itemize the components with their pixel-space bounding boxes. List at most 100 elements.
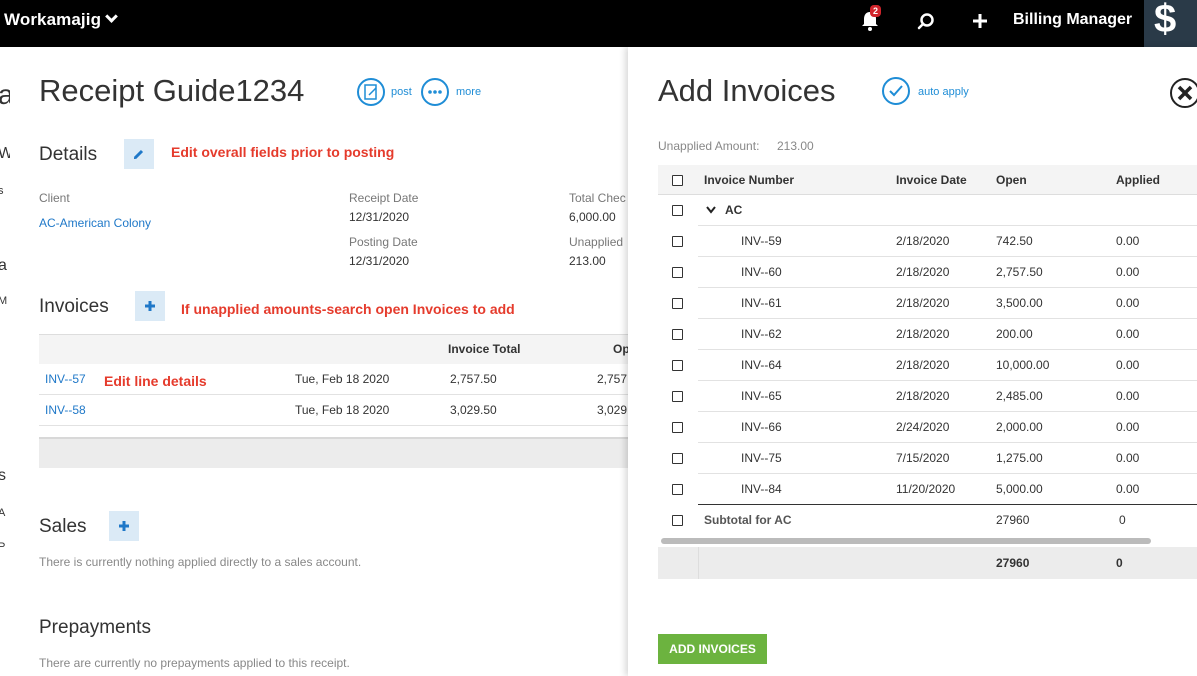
close-button[interactable] xyxy=(1170,78,1197,108)
invoice-applied[interactable]: 0.00 xyxy=(1116,265,1139,279)
add-invoices-button[interactable]: ADD INVOICES xyxy=(658,634,767,664)
column-header-invoice-date[interactable]: Invoice Date xyxy=(896,173,967,187)
table-row[interactable]: INV--57 Edit line details Tue, Feb 18 20… xyxy=(39,364,628,395)
bg-fragment: a xyxy=(0,257,7,274)
column-header-invoice-number[interactable]: Invoice Number xyxy=(704,173,794,187)
table-row[interactable]: INV--60 2/18/2020 2,757.50 0.00 xyxy=(658,257,1197,288)
invoice-number: INV--62 xyxy=(741,327,782,341)
column-header-invoice-total[interactable]: Invoice Total xyxy=(448,342,520,356)
client-link[interactable]: AC-American Colony xyxy=(39,216,151,230)
horizontal-scrollbar[interactable] xyxy=(658,536,1197,546)
app-switcher[interactable]: Workamajig xyxy=(4,10,118,30)
invoice-applied[interactable]: 0.00 xyxy=(1116,389,1139,403)
invoice-applied[interactable]: 0.00 xyxy=(1116,327,1139,341)
invoice-applied[interactable]: 0.00 xyxy=(1116,482,1139,496)
invoice-applied[interactable]: 0.00 xyxy=(1116,451,1139,465)
bg-fragment: s xyxy=(0,467,6,484)
post-button[interactable] xyxy=(357,78,385,106)
invoice-link[interactable]: INV--57 xyxy=(45,372,86,386)
invoice-number: INV--65 xyxy=(741,389,782,403)
select-all-checkbox[interactable] xyxy=(672,175,683,186)
invoice-number: INV--61 xyxy=(741,296,782,310)
group-row[interactable]: AC xyxy=(658,195,1197,226)
row-checkbox[interactable] xyxy=(672,267,683,278)
row-checkbox[interactable] xyxy=(672,205,683,216)
add-sales-button[interactable] xyxy=(109,511,139,541)
app-name: Workamajig xyxy=(4,10,102,29)
column-header-open[interactable]: Op xyxy=(613,342,628,356)
invoice-open: 1,275.00 xyxy=(996,451,1043,465)
row-checkbox[interactable] xyxy=(672,360,683,371)
row-checkbox[interactable] xyxy=(672,453,683,464)
invoice-date: 2/24/2020 xyxy=(896,420,950,434)
invoice-table-header: Invoice Total Op xyxy=(39,334,628,364)
plus-icon xyxy=(145,301,155,311)
row-checkbox[interactable] xyxy=(672,422,683,433)
table-row[interactable]: INV--64 2/18/2020 10,000.00 0.00 xyxy=(658,350,1197,381)
table-row[interactable]: INV--66 2/24/2020 2,000.00 0.00 xyxy=(658,412,1197,443)
table-row[interactable]: INV--62 2/18/2020 200.00 0.00 xyxy=(658,319,1197,350)
row-checkbox[interactable] xyxy=(672,298,683,309)
invoice-open: 2,485.00 xyxy=(996,389,1043,403)
invoice-date: 7/15/2020 xyxy=(896,451,950,465)
row-checkbox[interactable] xyxy=(672,391,683,402)
bg-fragment: W xyxy=(0,145,10,162)
table-row[interactable]: INV--58 Tue, Feb 18 2020 3,029.50 3,029 xyxy=(39,395,628,426)
invoice-open: 10,000.00 xyxy=(996,358,1050,372)
invoices-heading: Invoices xyxy=(39,296,109,317)
auto-apply-label[interactable]: auto apply xyxy=(918,86,969,98)
invoice-date: 2/18/2020 xyxy=(896,358,950,372)
row-checkbox[interactable] xyxy=(672,236,683,247)
chevron-down-icon[interactable] xyxy=(706,206,716,214)
prepayments-heading: Prepayments xyxy=(39,617,151,638)
table-row[interactable]: INV--84 11/20/2020 5,000.00 0.00 xyxy=(658,474,1197,505)
more-label[interactable]: more xyxy=(456,86,481,98)
row-checkbox[interactable] xyxy=(672,484,683,495)
auto-apply-button[interactable] xyxy=(882,77,910,105)
table-row[interactable]: INV--61 2/18/2020 3,500.00 0.00 xyxy=(658,288,1197,319)
invoice-number: INV--84 xyxy=(741,482,782,496)
post-label[interactable]: post xyxy=(391,86,412,98)
invoice-applied[interactable]: 0.00 xyxy=(1116,358,1139,372)
row-checkbox[interactable] xyxy=(672,515,683,526)
invoice-grid-header: Invoice Number Invoice Date Open Applied xyxy=(658,165,1197,195)
search-icon[interactable] xyxy=(916,11,936,31)
invoice-applied[interactable]: 0.00 xyxy=(1116,420,1139,434)
unapplied-amount-label: Unapplied Amount: xyxy=(658,139,760,153)
column-header-applied[interactable]: Applied xyxy=(1116,173,1160,187)
add-invoice-button[interactable] xyxy=(135,291,165,321)
invoice-number: INV--60 xyxy=(741,265,782,279)
invoice-applied[interactable]: 0.00 xyxy=(1116,296,1139,310)
panel-title: Add Invoices xyxy=(658,73,836,108)
invoice-link[interactable]: INV--58 xyxy=(45,403,86,417)
invoice-date: Tue, Feb 18 2020 xyxy=(295,403,390,417)
invoice-number: INV--64 xyxy=(741,358,782,372)
table-row[interactable]: INV--75 7/15/2020 1,275.00 0.00 xyxy=(658,443,1197,474)
table-row[interactable]: INV--65 2/18/2020 2,485.00 0.00 xyxy=(658,381,1197,412)
row-checkbox[interactable] xyxy=(672,329,683,340)
more-button[interactable] xyxy=(421,78,449,106)
total-check-value: 6,000.00 xyxy=(569,210,616,224)
column-header-open[interactable]: Open xyxy=(996,173,1027,187)
user-role-menu[interactable]: Billing Manager xyxy=(1013,11,1132,29)
plus-icon[interactable] xyxy=(970,11,990,31)
bg-fragment: A xyxy=(0,507,6,519)
edit-details-button[interactable] xyxy=(124,139,154,169)
table-row[interactable]: INV--59 2/18/2020 742.50 0.00 xyxy=(658,226,1197,257)
bg-fragment: P xyxy=(0,541,6,553)
invoice-table-footer xyxy=(39,437,628,468)
notification-badge: 2 xyxy=(870,5,882,17)
plus-icon xyxy=(119,521,129,531)
billing-module-button[interactable]: $ xyxy=(1144,0,1197,47)
sales-heading: Sales xyxy=(39,516,87,537)
subtotal-label: Subtotal for AC xyxy=(704,513,792,527)
line-annotation: Edit line details xyxy=(104,373,207,389)
invoice-applied[interactable]: 0.00 xyxy=(1116,234,1139,248)
invoice-date: 2/18/2020 xyxy=(896,234,950,248)
total-open: 27960 xyxy=(996,556,1030,570)
invoice-number: INV--59 xyxy=(741,234,782,248)
invoice-open: 2,000.00 xyxy=(996,420,1043,434)
close-icon xyxy=(1177,85,1193,101)
scrollbar-thumb[interactable] xyxy=(661,538,1151,544)
page-title: Receipt Guide1234 xyxy=(39,73,305,108)
